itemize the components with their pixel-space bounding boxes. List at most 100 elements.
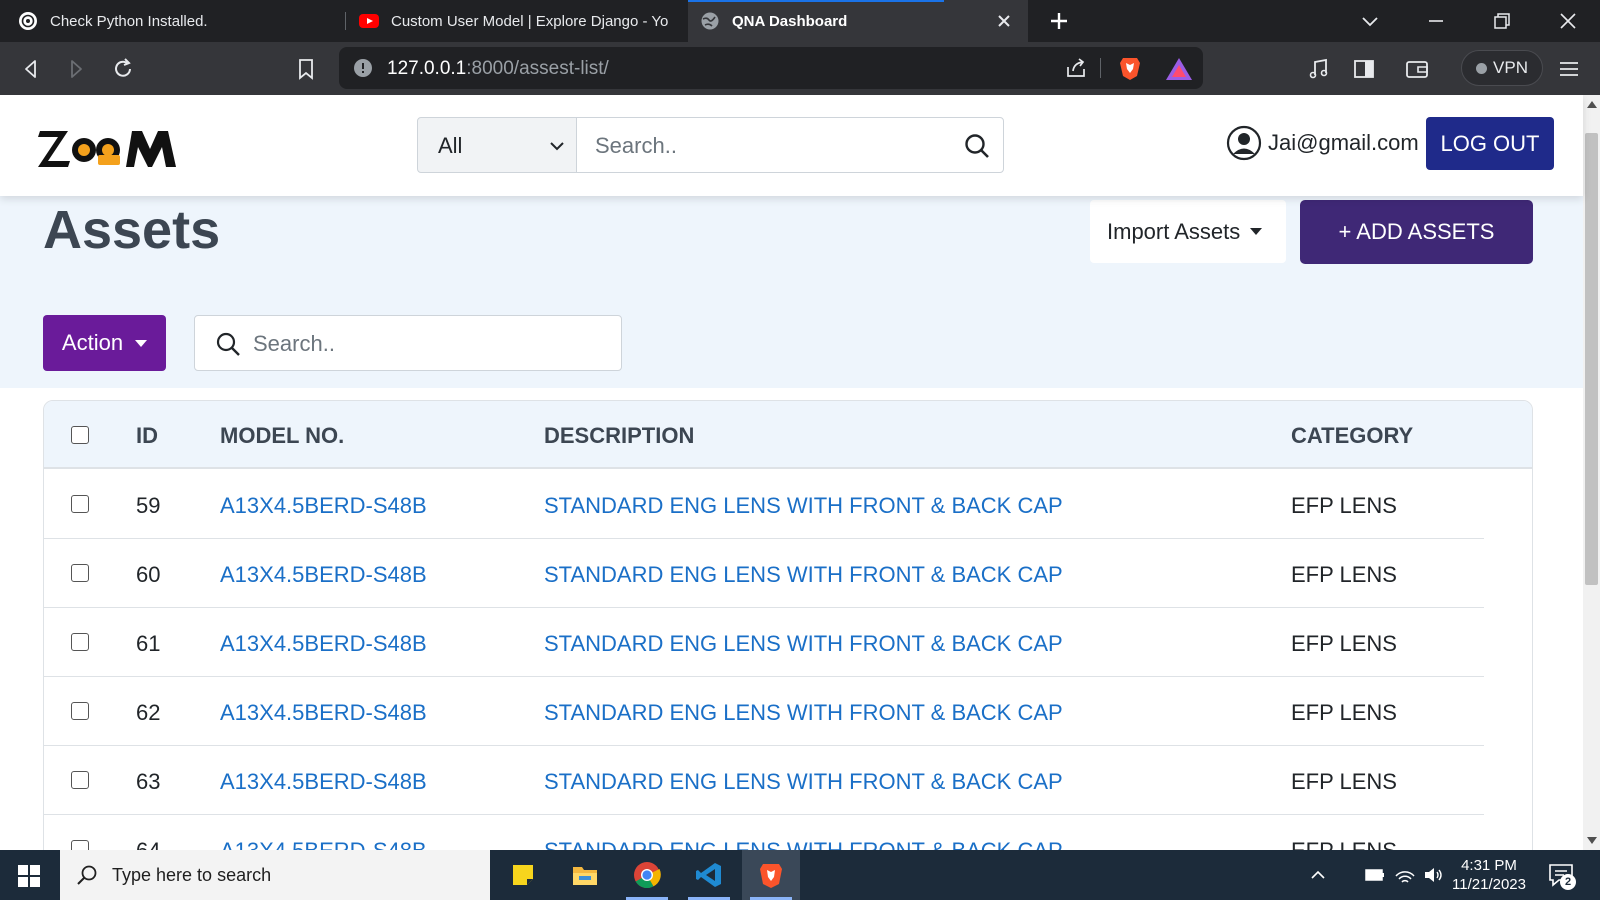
reload-icon[interactable] xyxy=(110,56,136,82)
clock-date: 11/21/2023 xyxy=(1452,876,1526,893)
tab-search-chevron-icon[interactable] xyxy=(1358,9,1382,33)
row-checkbox[interactable] xyxy=(71,495,89,513)
search-icon[interactable] xyxy=(963,132,991,160)
header-search-input[interactable] xyxy=(595,130,955,162)
windows-start-icon[interactable] xyxy=(18,865,40,887)
cell-description-link[interactable]: STANDARD ENG LENS WITH FRONT & BACK CAP xyxy=(544,562,1063,588)
page-scrollbar[interactable] xyxy=(1583,95,1600,850)
cell-model-link[interactable]: A13X4.5BERD-S48B xyxy=(220,769,427,795)
caret-down-icon xyxy=(135,339,148,347)
vscode-app[interactable] xyxy=(680,850,738,900)
url-path: :8000/assest-list/ xyxy=(466,58,609,79)
media-icon[interactable] xyxy=(1306,56,1332,82)
system-clock[interactable]: 4:31 PM 11/21/2023 xyxy=(1446,856,1532,894)
url-text: 127.0.0.1:8000/assest-list/ xyxy=(387,58,609,80)
asset-search xyxy=(194,315,622,371)
table-header: ID MODEL NO. DESCRIPTION CATEGORY xyxy=(44,401,1532,469)
row-checkbox[interactable] xyxy=(71,840,89,850)
column-header-description: DESCRIPTION xyxy=(544,423,695,448)
cell-category: EFP LENS xyxy=(1291,631,1397,656)
taskbar-search[interactable]: Type here to search xyxy=(60,850,490,900)
brave-app[interactable] xyxy=(742,850,800,900)
bookmark-icon[interactable] xyxy=(293,56,319,82)
table-row: 64 A13X4.5BERD-S48B STANDARD ENG LENS WI… xyxy=(44,815,1484,850)
row-checkbox[interactable] xyxy=(71,771,89,789)
clock-time: 4:31 PM xyxy=(1461,857,1517,874)
cell-id: 64 xyxy=(136,838,160,850)
url-host: 127.0.0.1 xyxy=(387,58,467,79)
volume-icon[interactable] xyxy=(1422,864,1444,886)
asset-search-input[interactable] xyxy=(253,328,603,360)
forward-icon[interactable] xyxy=(63,56,89,82)
row-checkbox[interactable] xyxy=(71,702,89,720)
cell-category: EFP LENS xyxy=(1291,562,1397,587)
column-header-id: ID xyxy=(136,423,158,448)
cell-description-link[interactable]: STANDARD ENG LENS WITH FRONT & BACK CAP xyxy=(544,769,1063,795)
zoom-logo[interactable] xyxy=(38,125,182,169)
row-checkbox[interactable] xyxy=(71,564,89,582)
row-checkbox[interactable] xyxy=(71,633,89,651)
cell-model-link[interactable]: A13X4.5BERD-S48B xyxy=(220,562,427,588)
menu-icon[interactable] xyxy=(1556,56,1582,82)
add-assets-label: + ADD ASSETS xyxy=(1338,219,1495,244)
chatgpt-icon xyxy=(19,12,37,30)
youtube-icon xyxy=(359,14,379,28)
address-bar[interactable]: 127.0.0.1:8000/assest-list/ xyxy=(339,47,1203,89)
action-dropdown[interactable]: Action xyxy=(43,315,166,371)
user-account[interactable]: Jai@gmail.com xyxy=(1226,125,1419,161)
cell-model-link[interactable]: A13X4.5BERD-S48B xyxy=(220,838,427,850)
assets-table: ID MODEL NO. DESCRIPTION CATEGORY 59 A13… xyxy=(43,400,1533,850)
brave-shields-icon[interactable] xyxy=(1118,55,1142,81)
brave-icon xyxy=(760,864,782,888)
scroll-up-arrow-icon[interactable] xyxy=(1587,101,1597,108)
category-select[interactable]: All xyxy=(417,117,577,173)
cell-description-link[interactable]: STANDARD ENG LENS WITH FRONT & BACK CAP xyxy=(544,631,1063,657)
import-assets-dropdown[interactable]: Import Assets xyxy=(1090,200,1286,263)
tab-title: Check Python Installed. xyxy=(50,12,208,30)
cell-model-link[interactable]: A13X4.5BERD-S48B xyxy=(220,493,427,519)
chrome-app[interactable] xyxy=(618,850,676,900)
close-tab-icon[interactable] xyxy=(994,11,1014,31)
share-icon[interactable] xyxy=(1065,57,1087,79)
back-icon[interactable] xyxy=(18,56,44,82)
cell-description-link[interactable]: STANDARD ENG LENS WITH FRONT & BACK CAP xyxy=(544,838,1063,850)
search-icon xyxy=(216,332,240,356)
wallet-icon[interactable] xyxy=(1404,56,1430,82)
cell-model-link[interactable]: A13X4.5BERD-S48B xyxy=(220,700,427,726)
scroll-down-arrow-icon[interactable] xyxy=(1587,837,1597,844)
show-hidden-icons-icon[interactable] xyxy=(1307,864,1329,886)
tab-separator xyxy=(345,12,346,30)
cell-model-link[interactable]: A13X4.5BERD-S48B xyxy=(220,631,427,657)
cell-description-link[interactable]: STANDARD ENG LENS WITH FRONT & BACK CAP xyxy=(544,493,1063,519)
cell-category: EFP LENS xyxy=(1291,769,1397,794)
file-explorer-app[interactable] xyxy=(556,850,614,900)
brave-rewards-icon[interactable] xyxy=(1165,56,1193,82)
scrollbar-thumb[interactable] xyxy=(1585,133,1598,585)
select-all-checkbox[interactable] xyxy=(71,426,89,444)
wifi-icon[interactable] xyxy=(1394,864,1416,886)
cell-id: 61 xyxy=(136,631,161,656)
user-avatar-icon xyxy=(1226,125,1262,161)
logout-button[interactable]: LOG OUT xyxy=(1426,117,1554,170)
cell-description-link[interactable]: STANDARD ENG LENS WITH FRONT & BACK CAP xyxy=(544,700,1063,726)
tab-custom-user-model[interactable]: Custom User Model | Explore Django - Yo xyxy=(359,0,689,42)
vpn-button[interactable]: VPN xyxy=(1461,50,1543,86)
battery-icon[interactable] xyxy=(1364,864,1386,886)
add-assets-button[interactable]: + ADD ASSETS xyxy=(1300,200,1533,264)
new-tab-icon[interactable] xyxy=(1047,9,1071,33)
tab-title: Custom User Model | Explore Django - Yo xyxy=(391,12,669,30)
site-info-icon[interactable] xyxy=(353,58,373,78)
cell-category: EFP LENS xyxy=(1291,700,1397,725)
import-assets-label: Import Assets xyxy=(1107,218,1241,244)
sidebar-icon[interactable] xyxy=(1351,56,1377,82)
restore-icon[interactable] xyxy=(1490,9,1514,33)
cell-category: EFP LENS xyxy=(1291,838,1397,850)
column-header-category: CATEGORY xyxy=(1291,423,1414,448)
tab-check-python[interactable]: Check Python Installed. xyxy=(18,0,338,42)
page-title: Assets xyxy=(43,200,221,260)
tab-qna-dashboard[interactable]: QNA Dashboard xyxy=(688,0,1028,42)
minimize-icon[interactable] xyxy=(1424,9,1448,33)
close-window-icon[interactable] xyxy=(1556,9,1580,33)
sticky-notes-app[interactable] xyxy=(494,850,552,900)
cell-id: 63 xyxy=(136,769,161,794)
